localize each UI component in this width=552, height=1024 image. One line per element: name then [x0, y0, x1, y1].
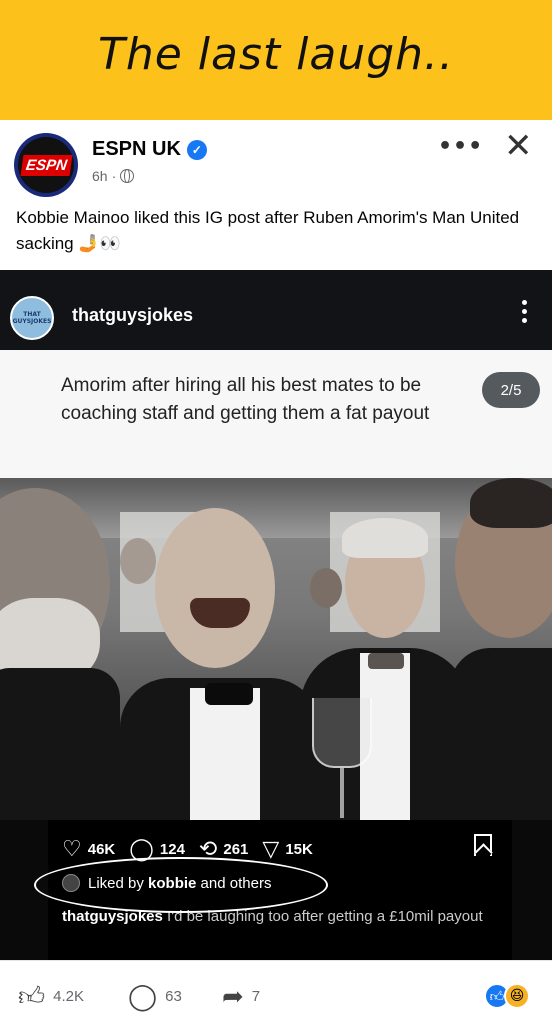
ig-avatar: THAT GUYSJOKES	[10, 296, 54, 340]
like-count: 4.2K	[53, 987, 85, 1005]
close-button[interactable]: ✕	[504, 126, 533, 166]
reactions-summary[interactable]: 👍︎ 😆	[484, 983, 530, 1009]
bookmark-icon	[474, 834, 492, 856]
meme-banner: The last laugh..	[0, 0, 552, 120]
share-button[interactable]: ➦ 7	[222, 983, 260, 1009]
ig-share: ▽ 15K	[262, 838, 312, 860]
right-man-hair	[342, 518, 428, 558]
ig-like: ♡ 46K	[62, 838, 115, 860]
page-name-text[interactable]: ESPN UK	[92, 138, 181, 161]
far-right-man-hair	[470, 478, 552, 528]
wine-glass	[312, 698, 372, 768]
ig-username: thatguysjokes	[72, 305, 194, 325]
comment-icon: ◯	[128, 981, 158, 1011]
ig-header: THAT GUYSJOKES thatguysjokes	[0, 270, 552, 350]
share-count: 7	[251, 987, 261, 1005]
tweet-text: Amorim after hiring all his best mates t…	[61, 375, 430, 424]
ig-avatar-logo: THAT GUYSJOKES	[12, 311, 52, 325]
party-photo	[0, 478, 552, 820]
verified-badge-icon: ✓	[186, 139, 207, 160]
meme-title: The last laugh..	[97, 28, 455, 80]
like-button[interactable]: 👍︎ 4.2K	[18, 983, 84, 1009]
center-man-shirt	[190, 688, 260, 820]
comment-button[interactable]: ◯ 63	[128, 983, 182, 1009]
far-right-man-suit	[450, 648, 552, 820]
post-caption: Kobbie Mainoo liked this IG post after R…	[16, 208, 520, 253]
ig-repost-count: 261	[223, 840, 249, 858]
ig-like-count: 46K	[87, 840, 116, 858]
right-man-bowtie	[368, 653, 404, 669]
comment-count: 63	[165, 987, 182, 1005]
send-icon: ▽	[262, 836, 280, 861]
left-man-suit	[0, 668, 120, 820]
haha-reaction-icon: 😆	[504, 983, 530, 1009]
tweet-area: Amorim after hiring all his best mates t…	[0, 350, 552, 478]
post-meta: 6h ·	[92, 168, 135, 184]
more-options-button[interactable]: •••	[438, 134, 483, 159]
espn-logo-icon: ESPN	[18, 137, 74, 193]
meta-separator: ·	[111, 168, 117, 184]
post-footer: 👍︎ 4.2K ◯ 63 ➦ 7 👍︎ 😆	[0, 960, 552, 1024]
page-avatar[interactable]: ESPN	[14, 133, 78, 197]
post-header: ESPN ESPN UK ✓ 6h · ••• ✕	[0, 120, 552, 200]
ig-more-icon	[522, 300, 528, 323]
share-arrow-icon: ➦	[222, 981, 244, 1011]
post-time[interactable]: 6h	[92, 168, 108, 184]
background-guest	[120, 538, 156, 584]
globe-icon	[120, 169, 135, 183]
espn-logo-text: ESPN	[20, 154, 72, 176]
center-man-head	[155, 508, 275, 668]
ig-comment-count: 124	[159, 840, 185, 858]
highlight-oval	[34, 857, 328, 913]
background-guest	[310, 568, 342, 608]
center-man-bowtie	[205, 683, 253, 705]
heart-icon: ♡	[62, 836, 82, 861]
page-name[interactable]: ESPN UK ✓	[92, 138, 207, 161]
wine-glass-stem	[340, 768, 344, 818]
ig-share-count: 15K	[285, 840, 313, 858]
post-media[interactable]: THAT GUYSJOKES thatguysjokes Amorim afte…	[0, 270, 552, 960]
thumbs-up-icon: 👍︎	[18, 981, 46, 1011]
center-man-mouth	[190, 598, 250, 628]
page-counter: 2/5	[482, 372, 540, 408]
